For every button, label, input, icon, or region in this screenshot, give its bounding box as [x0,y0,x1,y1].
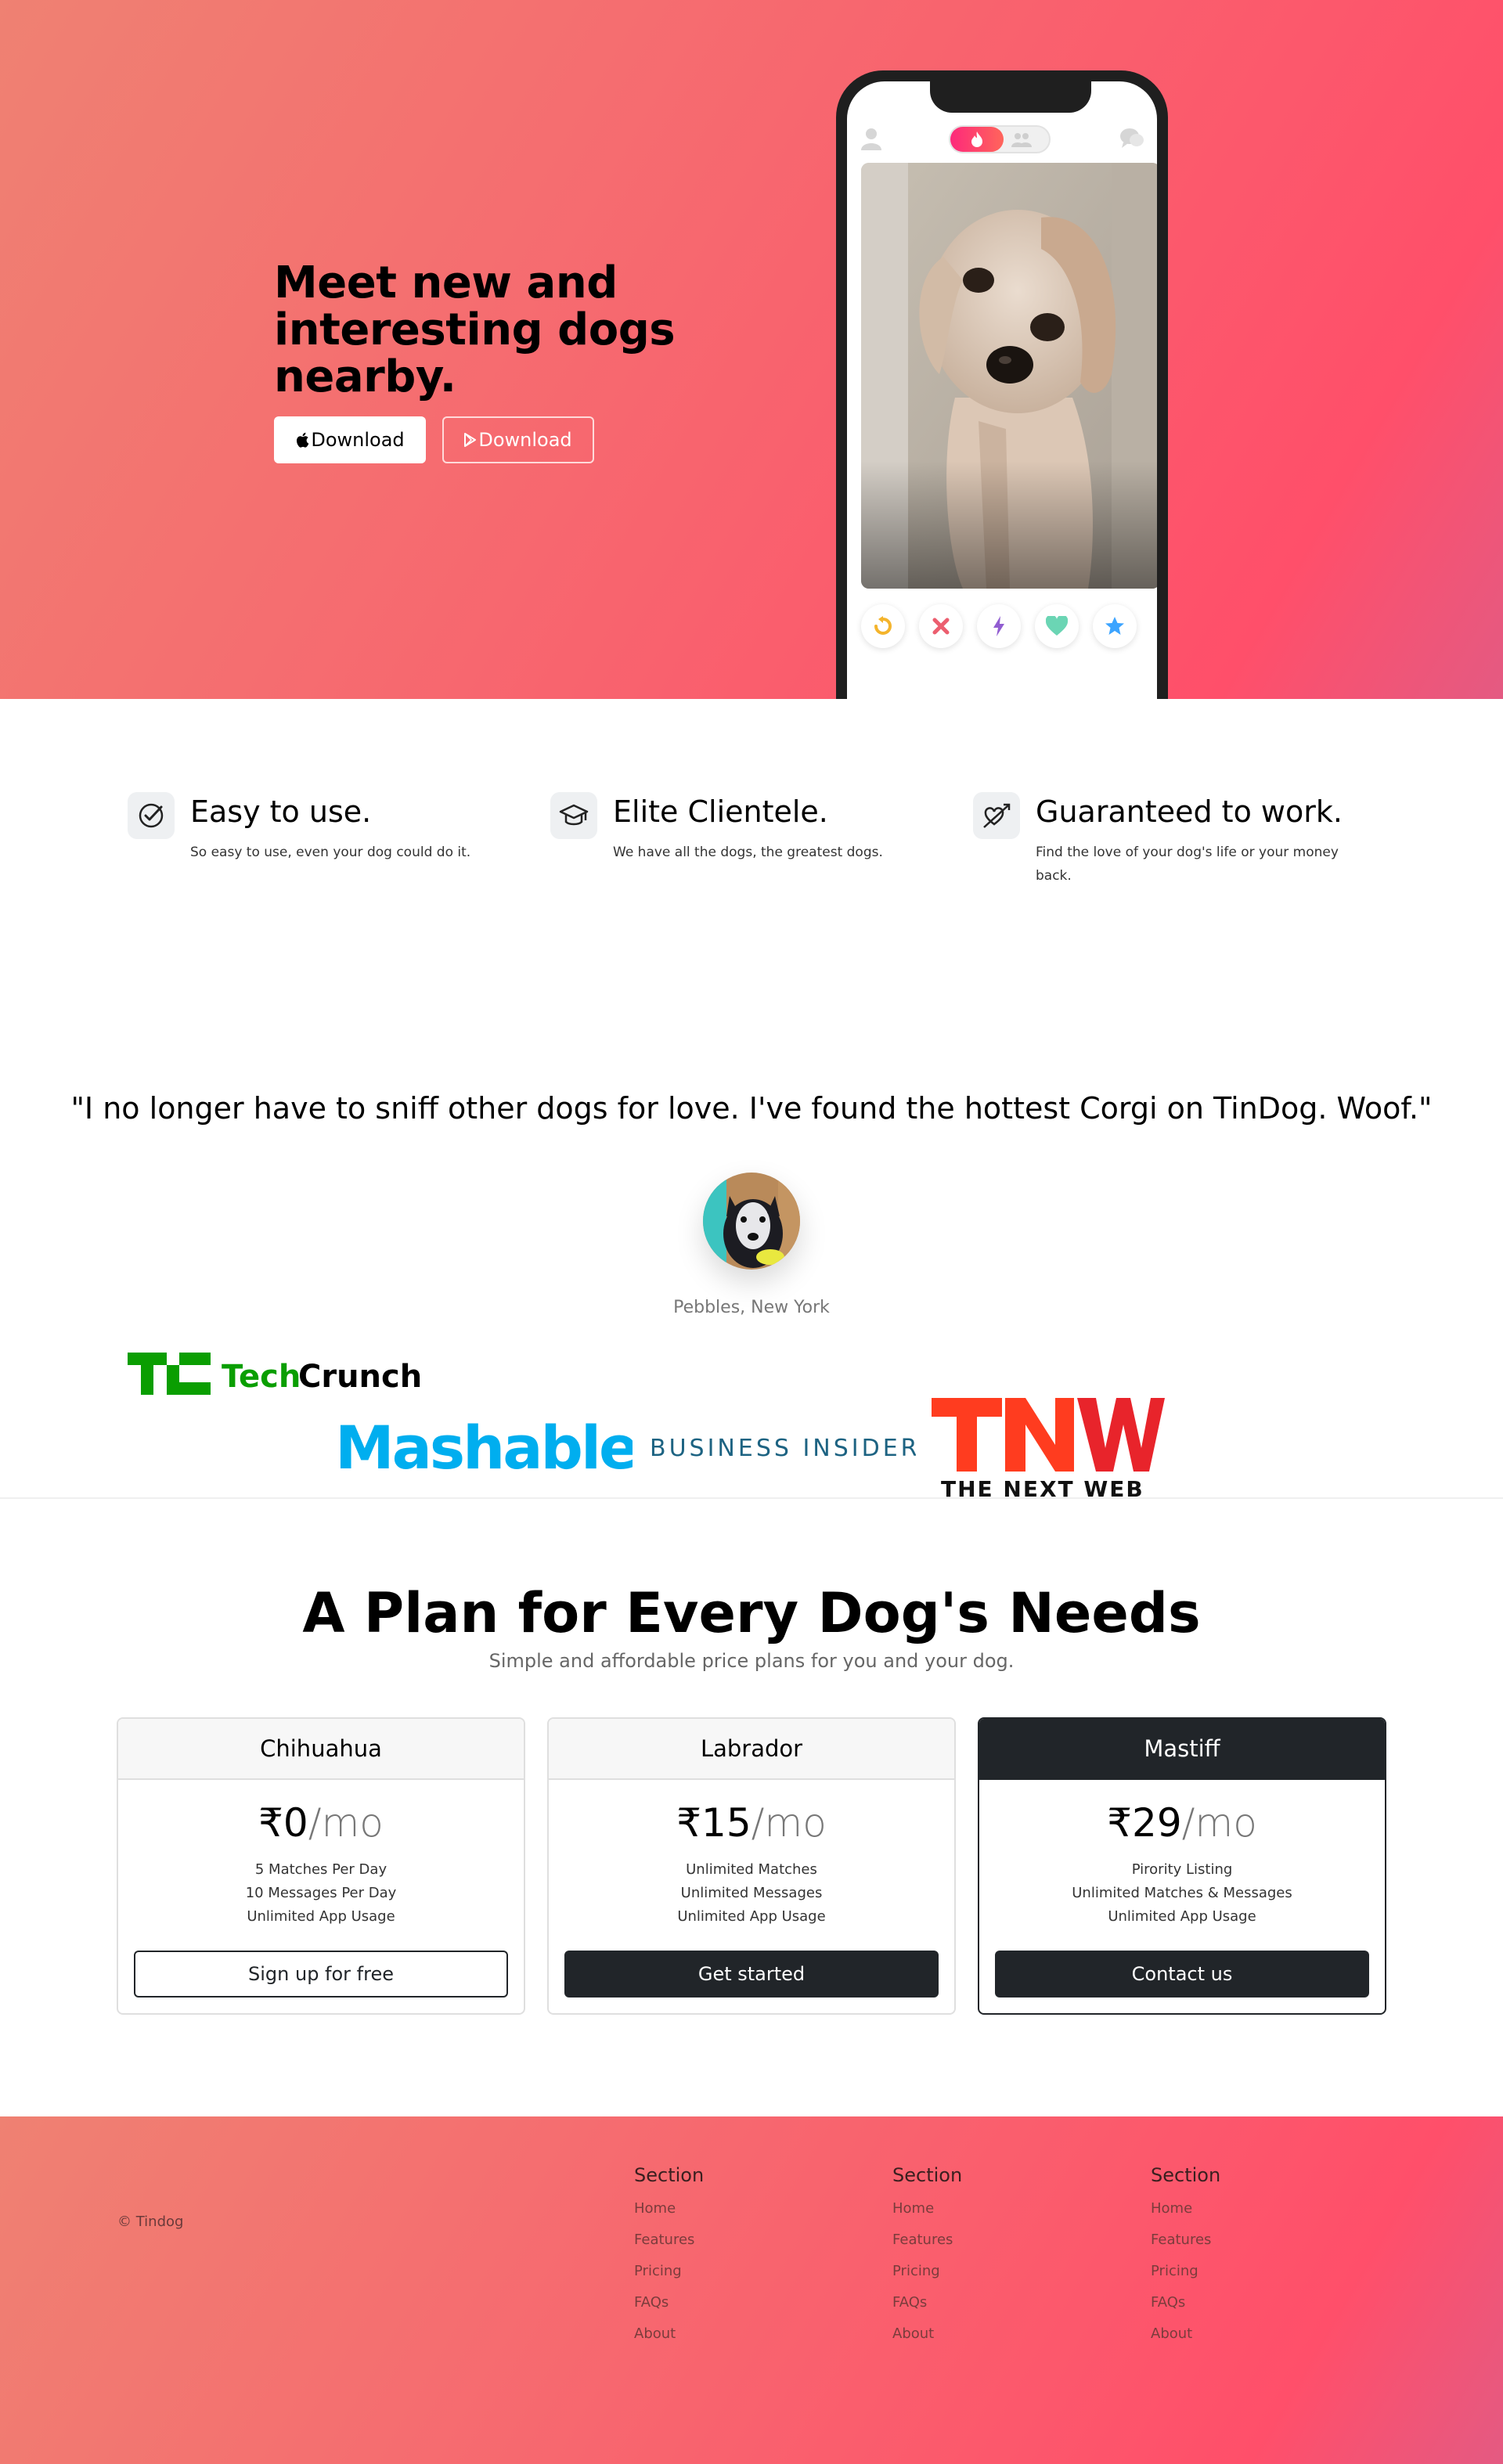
phone-mockup [836,70,1168,699]
footer-link-home[interactable]: Home [1151,2193,1307,2224]
chat-icon[interactable] [1119,127,1144,153]
plan-feature: Unlimited App Usage [677,1908,826,1925]
app-mode-toggle[interactable] [949,125,1051,153]
feature-text: Find the love of your dog's life or your… [1036,845,1339,884]
boost-icon[interactable] [977,604,1021,648]
check-circle-icon [128,792,175,839]
hero-section: Meet new and interesting dogs nearby. Do… [0,0,1503,699]
user-icon[interactable] [861,127,881,153]
apple-icon [295,432,309,448]
like-icon[interactable] [1035,604,1079,648]
svg-text:BUSINESS INSIDER: BUSINESS INSIDER [650,1435,916,1462]
testimonial-author: Pebbles, New York [673,1298,830,1317]
app-top-bar [847,119,1157,158]
pricing-subtitle: Simple and affordable price plans for yo… [488,1650,1015,1672]
pricing-card-mastiff: Mastiff ₹29/mo Pirority Listing Unlimite… [978,1717,1386,2015]
footer-link-about[interactable]: About [892,2318,1049,2350]
nope-icon[interactable] [919,604,963,648]
footer-link-home[interactable]: Home [634,2193,791,2224]
footer-column: Section Home Features Pricing FAQs About [634,2163,791,2350]
footer-link-features[interactable]: Features [634,2224,791,2256]
footer-link-pricing[interactable]: Pricing [634,2256,791,2287]
svg-text:Mashable: Mashable [335,1415,633,1478]
download-apple-label: Download [311,429,405,451]
pricing-card-chihuahua: Chihuahua ₹0/mo 5 Matches Per Day 10 Mes… [117,1717,525,2015]
plan-feature: 10 Messages Per Day [245,1885,397,1901]
svg-text:Crunch: Crunch [298,1359,422,1395]
footer-column: Section Home Features Pricing FAQs About [1151,2163,1307,2350]
plan-price: ₹29/mo [1107,1800,1257,1846]
graduation-cap-icon [550,792,597,839]
dog-profile-photo[interactable] [861,163,1157,589]
pricing-card-labrador: Labrador ₹15/mo Unlimited Matches Unlimi… [547,1717,956,2015]
super-like-icon[interactable] [1093,604,1137,648]
footer-link-features[interactable]: Features [1151,2224,1307,2256]
section-divider [0,1497,1503,1499]
pricing-title: A Plan for Every Dog's Needs [302,1581,1201,1645]
footer-link-about[interactable]: About [1151,2318,1307,2350]
plan-name: Mastiff [979,1719,1385,1780]
plan-price: ₹15/mo [676,1800,827,1846]
phone-screen [847,81,1157,699]
mashable-logo: Mashable [335,1413,640,1482]
contact-us-button[interactable]: Contact us [995,1951,1369,1997]
plan-feature: Unlimited Messages [680,1885,823,1901]
plan-feature: Pirority Listing [1131,1861,1233,1878]
download-google-label: Download [478,429,572,451]
avatar [703,1173,800,1270]
feature-text: We have all the dogs, the greatest dogs. [613,845,883,860]
plan-name: Labrador [549,1719,954,1780]
tnw-logo: THE NEXT WEB [932,1393,1166,1503]
download-google-button[interactable]: Download [442,416,594,463]
footer-column: Section Home Features Pricing FAQs About [892,2163,1049,2350]
footer-link-features[interactable]: Features [892,2224,1049,2256]
phone-notch [930,81,1091,113]
swipe-controls [847,598,1157,653]
plan-features: 5 Matches Per Day 10 Messages Per Day Un… [118,1858,524,1929]
footer-link-about[interactable]: About [634,2318,791,2350]
footer-link-faqs[interactable]: FAQs [634,2287,791,2318]
footer-link-pricing[interactable]: Pricing [892,2256,1049,2287]
group-icon [1010,130,1033,152]
plan-feature: Unlimited Matches & Messages [1072,1885,1292,1901]
plan-name: Chihuahua [118,1719,524,1780]
footer-link-faqs[interactable]: FAQs [1151,2287,1307,2318]
svg-text:Tech: Tech [222,1359,301,1395]
footer-column-title: Section [1151,2164,1221,2186]
heart-arrow-icon [973,792,1020,839]
footer-link-home[interactable]: Home [892,2193,1049,2224]
techcrunch-logo: Tech Crunch [128,1353,425,1396]
hero-title: Meet new and interesting dogs nearby. [274,258,676,402]
plan-feature: Unlimited App Usage [1108,1908,1256,1925]
footer-column-title: Section [634,2164,705,2186]
footer-column-title: Section [892,2164,963,2186]
footer-link-pricing[interactable]: Pricing [1151,2256,1307,2287]
get-started-button[interactable]: Get started [564,1951,939,1997]
testimonial-quote: "I no longer have to sniff other dogs fo… [70,1091,1433,1126]
feature-text: So easy to use, even your dog could do i… [190,845,471,860]
plan-features: Unlimited Matches Unlimited Messages Unl… [549,1858,954,1929]
download-apple-button[interactable]: Download [274,416,426,463]
flame-icon [950,127,1004,152]
footer: © Tindog Section Home Features Pricing F… [0,2116,1503,2464]
feature-title: Elite Clientele. [613,794,828,829]
feature-title: Guaranteed to work. [1036,794,1343,829]
rewind-icon[interactable] [861,604,905,648]
business-insider-logo: BUSINESS INSIDER [650,1432,917,1464]
plan-features: Pirority Listing Unlimited Matches & Mes… [979,1858,1385,1929]
footer-link-faqs[interactable]: FAQs [892,2287,1049,2318]
feature-title: Easy to use. [190,794,372,829]
google-play-icon [464,433,477,447]
sign-up-free-button[interactable]: Sign up for free [134,1951,508,1997]
plan-price: ₹0/mo [258,1800,384,1846]
plan-feature: Unlimited App Usage [247,1908,395,1925]
plan-feature: Unlimited Matches [686,1861,817,1878]
plan-feature: 5 Matches Per Day [254,1861,387,1878]
copyright: © Tindog [117,2214,184,2230]
